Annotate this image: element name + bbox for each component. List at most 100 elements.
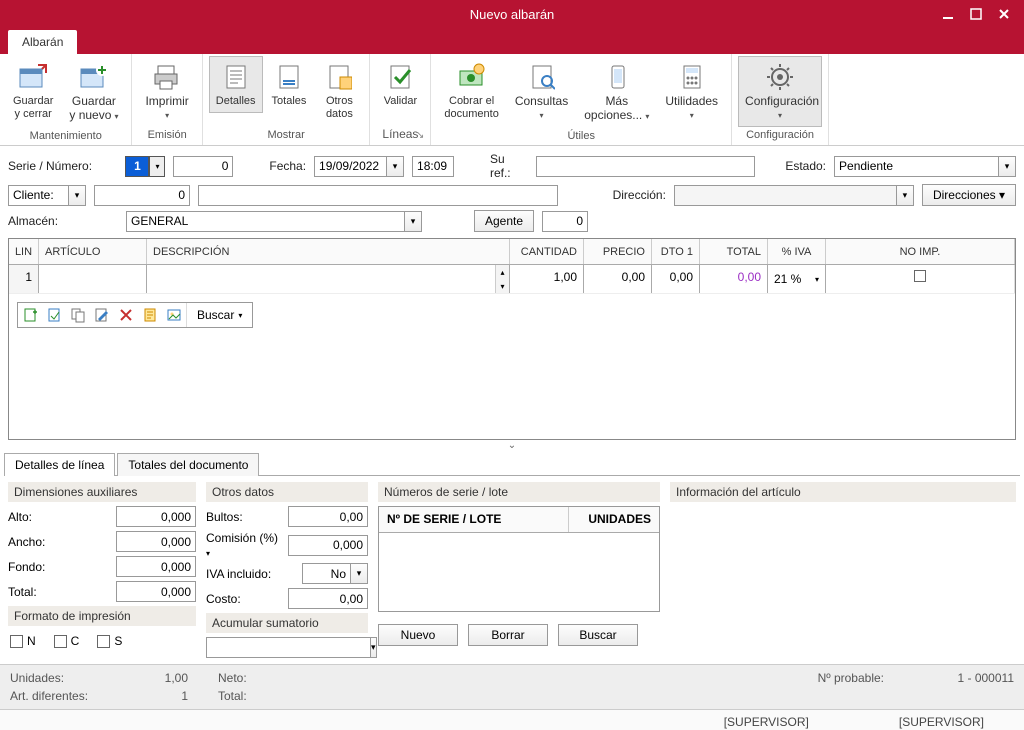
chevron-down-icon[interactable]: ▾: [386, 156, 404, 177]
fmt-n-check[interactable]: N: [10, 634, 36, 648]
cell-total[interactable]: 0,00: [700, 265, 768, 293]
charge-doc-button[interactable]: Cobrar el documento: [437, 56, 505, 126]
almacen-input[interactable]: [126, 211, 404, 232]
cell-cantidad[interactable]: 1,00: [510, 265, 584, 293]
spin-down-icon[interactable]: ▾: [495, 279, 509, 293]
h-total[interactable]: TOTAL: [700, 239, 768, 264]
tb-insert-icon[interactable]: [42, 303, 66, 327]
table-row[interactable]: 1 ▴▾ 1,00 0,00 0,00 0,00 21 %▾: [9, 265, 1015, 293]
serie-buscar-button[interactable]: Buscar: [558, 624, 638, 646]
chevron-down-icon[interactable]: ▾: [998, 156, 1016, 177]
h-descripcion[interactable]: DESCRIPCIÓN: [147, 239, 510, 264]
ancho-input[interactable]: [116, 531, 196, 552]
cell-dto1[interactable]: 0,00: [652, 265, 700, 293]
cliente-name-input[interactable]: [198, 185, 558, 206]
h-iva[interactable]: % IVA: [768, 239, 826, 264]
almacen-combo[interactable]: ▾: [126, 211, 422, 232]
cell-precio[interactable]: 0,00: [584, 265, 652, 293]
hora-input[interactable]: [412, 156, 454, 177]
validate-button[interactable]: Validar: [376, 56, 424, 113]
tb-delete-icon[interactable]: [114, 303, 138, 327]
cell-articulo[interactable]: [39, 265, 147, 293]
h-precio[interactable]: PRECIO: [584, 239, 652, 264]
tab-totales-doc[interactable]: Totales del documento: [117, 453, 259, 476]
serie-h2[interactable]: UNIDADES: [569, 507, 659, 532]
iva-inc-combo[interactable]: ▾: [302, 563, 368, 584]
total-dim-input[interactable]: [116, 581, 196, 602]
tb-new-icon[interactable]: [18, 303, 42, 327]
minimize-icon[interactable]: [934, 3, 962, 25]
serie-dropdown-icon[interactable]: ▾: [149, 156, 165, 177]
fmt-s-check[interactable]: S: [97, 634, 122, 648]
cell-noimp[interactable]: [826, 265, 1015, 293]
serie-table: Nº DE SERIE / LOTE UNIDADES: [378, 506, 660, 612]
iva-inc-input[interactable]: [302, 563, 350, 584]
fecha-combo[interactable]: ▾: [314, 156, 404, 177]
maximize-icon[interactable]: [962, 3, 990, 25]
tb-edit-icon[interactable]: [90, 303, 114, 327]
tb-search-button[interactable]: Buscar▾: [186, 303, 252, 327]
serie-nuevo-button[interactable]: Nuevo: [378, 624, 458, 646]
h-cantidad[interactable]: CANTIDAD: [510, 239, 584, 264]
queries-button[interactable]: Consultas▾: [508, 56, 575, 127]
cliente-code-input[interactable]: [94, 185, 190, 206]
totals-button[interactable]: Totales: [265, 56, 314, 113]
fecha-input[interactable]: [314, 156, 386, 177]
spin-up-icon[interactable]: ▴: [495, 265, 509, 279]
numero-input[interactable]: [173, 156, 233, 177]
chevron-down-icon[interactable]: ▾: [404, 211, 422, 232]
su-ref-label: Su ref.:: [490, 152, 529, 180]
cell-lin[interactable]: 1: [9, 265, 39, 293]
cliente-label-combo[interactable]: ▾: [8, 185, 86, 206]
chevron-down-icon[interactable]: ▾: [896, 185, 914, 206]
acum-input[interactable]: [206, 637, 370, 658]
fondo-input[interactable]: [116, 556, 196, 577]
costo-input[interactable]: [288, 588, 368, 609]
agente-input[interactable]: [542, 211, 588, 232]
utilities-button[interactable]: Utilidades▾: [658, 56, 725, 127]
noimp-checkbox[interactable]: [914, 270, 926, 282]
save-close-button[interactable]: Guardar y cerrar: [6, 56, 60, 126]
comision-label: Comisión (%) ▾: [206, 531, 282, 559]
chevron-down-icon[interactable]: ▾: [815, 275, 819, 284]
serie-combo[interactable]: 1: [125, 156, 149, 177]
collapse-notch-icon[interactable]: ⌄: [0, 440, 1024, 452]
close-icon[interactable]: [990, 3, 1018, 25]
h-dto1[interactable]: DTO 1: [652, 239, 700, 264]
tab-detalles-linea[interactable]: Detalles de línea: [4, 453, 115, 476]
agente-button[interactable]: Agente: [474, 210, 534, 232]
cell-iva[interactable]: 21 %▾: [768, 265, 826, 293]
tb-note-icon[interactable]: [138, 303, 162, 327]
save-new-button[interactable]: Guardar y nuevo ▾: [62, 56, 125, 128]
alto-input[interactable]: [116, 506, 196, 527]
serie-body[interactable]: [379, 533, 659, 611]
chevron-down-icon[interactable]: ▾: [68, 185, 86, 206]
direccion-input[interactable]: [674, 185, 896, 206]
details-button[interactable]: Detalles: [209, 56, 263, 113]
print-button[interactable]: Imprimir▾: [138, 56, 195, 127]
h-articulo[interactable]: ARTÍCULO: [39, 239, 147, 264]
tab-albaran[interactable]: Albarán: [8, 30, 77, 54]
more-options-button[interactable]: Más opciones... ▾: [577, 56, 656, 128]
serie-borrar-button[interactable]: Borrar: [468, 624, 548, 646]
serie-h1[interactable]: Nº DE SERIE / LOTE: [379, 507, 569, 532]
bultos-input[interactable]: [288, 506, 368, 527]
other-data-button[interactable]: Otros datos: [315, 56, 363, 126]
cell-descripcion[interactable]: ▴▾: [147, 265, 510, 293]
estado-combo[interactable]: ▾: [834, 156, 1016, 177]
tb-image-icon[interactable]: [162, 303, 186, 327]
config-button[interactable]: Configuración▾: [738, 56, 822, 127]
chevron-down-icon[interactable]: ▾: [350, 563, 368, 584]
direccion-combo[interactable]: ▾: [674, 185, 914, 206]
estado-input[interactable]: [834, 156, 998, 177]
fmt-c-check[interactable]: C: [54, 634, 80, 648]
h-noimp[interactable]: NO IMP.: [826, 239, 1015, 264]
h-lin[interactable]: LIN: [9, 239, 39, 264]
lines-launcher-icon[interactable]: ↘: [416, 130, 424, 141]
tb-copy-icon[interactable]: [66, 303, 90, 327]
comision-input[interactable]: [288, 535, 368, 556]
su-ref-input[interactable]: [536, 156, 755, 177]
acum-combo[interactable]: ▾: [206, 637, 368, 658]
chevron-down-icon[interactable]: ▾: [370, 637, 377, 658]
direcciones-button[interactable]: Direcciones ▾: [922, 184, 1016, 206]
